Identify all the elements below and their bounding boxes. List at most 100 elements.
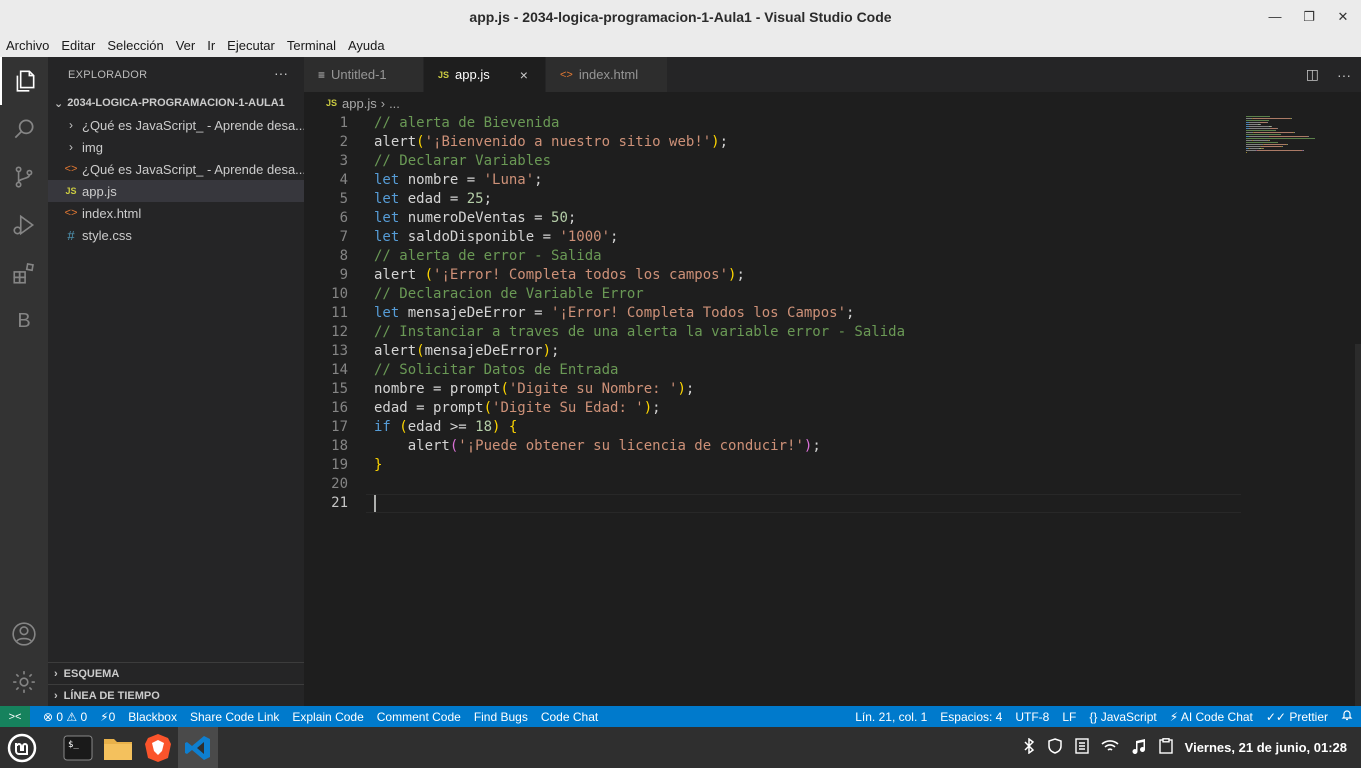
code-line[interactable]: 7 let saldoDisponible = '1000'; [304,228,1244,247]
minimize-icon[interactable]: — [1267,9,1283,24]
code-line[interactable]: 4 let nombre = 'Luna'; [304,171,1244,190]
line-ending[interactable]: LF [1062,710,1076,724]
account-icon[interactable] [0,610,48,658]
breadcrumb-separator: › [380,95,386,111]
line-number: 1 [339,115,348,131]
wifi-icon[interactable] [1101,739,1119,756]
status-blackbox[interactable]: Blackbox [128,710,177,724]
extensions-icon[interactable] [0,249,48,297]
files-icon[interactable] [98,727,138,768]
tree-item-label: index.html [82,205,142,221]
code-line[interactable]: 8 // alerta de error - Salida [304,247,1244,266]
code-line[interactable]: 18 alert('¡Puede obtener su licencia de … [304,437,1244,456]
clock[interactable]: Viernes, 21 de junio, 01:28 [1185,740,1347,755]
menu-ir[interactable]: Ir [207,38,215,53]
indentation[interactable]: Espacios: 4 [940,710,1002,724]
code-line[interactable]: 9 alert ('¡Error! Completa todos los camp… [304,266,1244,285]
window-title: app.js - 2034-logica-programacion-1-Aula… [469,8,892,25]
maximize-icon[interactable]: ❐ [1301,9,1317,25]
language-mode[interactable]: {} JavaScript [1089,710,1156,724]
tree-item-folder-js-article[interactable]: › ¿Qué es JavaScript_ - Aprende desa... [48,114,304,136]
status-explain-code[interactable]: Explain Code [292,710,363,724]
editor-scrollbar[interactable] [1355,344,1361,706]
status-find-bugs[interactable]: Find Bugs [474,710,528,724]
menu-editar[interactable]: Editar [61,38,95,53]
tree-item-index-html[interactable]: <> index.html [48,202,304,224]
problems-indicator[interactable]: ⊗ 0 ⚠ 0 [43,710,87,724]
tree-item-style-css[interactable]: # style.css [48,224,304,246]
minimap-mark [1260,122,1267,123]
tree-item-folder-img[interactable]: › img [48,136,304,158]
manage-gear-icon[interactable] [0,658,48,706]
terminal-icon[interactable]: $_ [58,727,98,768]
code-line[interactable]: 1 // alerta de Bievenida [304,114,1244,133]
bluetooth-icon[interactable] [1023,737,1035,757]
code-line[interactable]: 6 let numeroDeVentas = 50; [304,209,1244,228]
encoding[interactable]: UTF-8 [1015,710,1049,724]
prettier-status[interactable]: ✓✓ Prettier [1266,710,1328,724]
more-actions-icon[interactable]: ··· [1337,67,1351,83]
tree-item-app-js[interactable]: JS app.js [48,180,304,202]
ai-code-chat[interactable]: ⚡ AI Code Chat [1170,710,1253,724]
code-token: 25 [466,191,484,207]
minimap-mark [1308,136,1309,137]
notifications-bell-icon[interactable] [1341,709,1353,724]
code-editor[interactable]: 1// alerta de Bievenida 2 alert('¡Bienveni… [304,114,1361,706]
tab-index-html[interactable]: <> index.html [546,57,668,92]
code-line[interactable]: 5 let edad = 25; [304,190,1244,209]
breadcrumb-rest[interactable]: ... [389,96,400,111]
code-line[interactable]: 16 edad = prompt('Digite Su Edad: '); [304,399,1244,418]
split-editor-icon[interactable]: ◫ [1306,66,1319,83]
code-line[interactable]: 11 let mensajeDeError = '¡Error! Completa… [304,304,1244,323]
notes-icon[interactable] [1074,738,1089,757]
code-line[interactable]: 13 alert(mensajeDeError); [304,342,1244,361]
code-line[interactable]: 2 alert('¡Bienvenido a nuestro sitio web!… [304,133,1244,152]
code-line[interactable]: 10 // Declaracion de Variable Error [304,285,1244,304]
code-line[interactable]: 17 if (edad >= 18) { [304,418,1244,437]
brave-icon[interactable] [138,727,178,768]
close-tab-icon[interactable]: × [520,67,528,83]
status-code-chat[interactable]: Code Chat [541,710,598,724]
code-line[interactable]: 15 nombre = prompt('Digite su Nombre: '); [304,380,1244,399]
code-line[interactable]: 20 [304,475,1244,494]
minimap-mark [1282,146,1283,147]
close-icon[interactable]: ✕ [1335,9,1351,25]
explorer-icon[interactable] [0,57,48,105]
code-line[interactable]: 19} [304,456,1244,475]
tree-item-html-article[interactable]: <> ¿Qué es JavaScript_ - Aprende desa... [48,158,304,180]
code-line[interactable]: 21 [304,494,1244,513]
blackbox-icon[interactable]: B [0,297,48,345]
tab-app-js[interactable]: JS app.js × [424,57,546,92]
code-line[interactable]: 14 // Solicitar Datos de Entrada [304,361,1244,380]
menu-ayuda[interactable]: Ayuda [348,38,385,53]
menu-ver[interactable]: Ver [176,38,196,53]
code-line[interactable]: 3 // Declarar Variables [304,152,1244,171]
remote-indicator[interactable]: >< [0,706,30,727]
status-comment-code[interactable]: Comment Code [377,710,461,724]
timeline-section[interactable]: › LÍNEA DE TIEMPO [48,684,304,706]
ports-indicator[interactable]: ⚡0 [100,710,115,724]
cursor-position[interactable]: Lín. 21, col. 1 [855,710,927,724]
shield-icon[interactable] [1047,738,1063,757]
code-line[interactable]: 12 // Instanciar a traves de una alerta l… [304,323,1244,342]
source-control-icon[interactable] [0,153,48,201]
workspace-folder[interactable]: ⌄ 2034-LOGICA-PROGRAMACION-1-AULA1 [48,92,304,114]
tab-untitled-1[interactable]: ≡ Untitled-1 [304,57,424,92]
run-debug-icon[interactable] [0,201,48,249]
mint-menu-icon[interactable] [0,727,44,768]
status-share-code-link[interactable]: Share Code Link [190,710,279,724]
menu-seleccion[interactable]: Selección [107,38,163,53]
minimap[interactable] [1246,114,1326,174]
menu-archivo[interactable]: Archivo [6,38,49,53]
sound-icon[interactable] [1131,738,1147,757]
code-token: ( [483,400,493,416]
code-token: if [374,419,391,435]
clipboard-icon[interactable] [1158,738,1173,757]
menu-ejecutar[interactable]: Ejecutar [227,38,275,53]
more-actions-icon[interactable]: ··· [274,65,288,81]
vscode-icon[interactable] [178,727,218,768]
outline-section[interactable]: › ESQUEMA [48,662,304,684]
breadcrumb-file[interactable]: app.js [342,96,377,111]
search-icon[interactable] [0,105,48,153]
menu-terminal[interactable]: Terminal [287,38,336,53]
